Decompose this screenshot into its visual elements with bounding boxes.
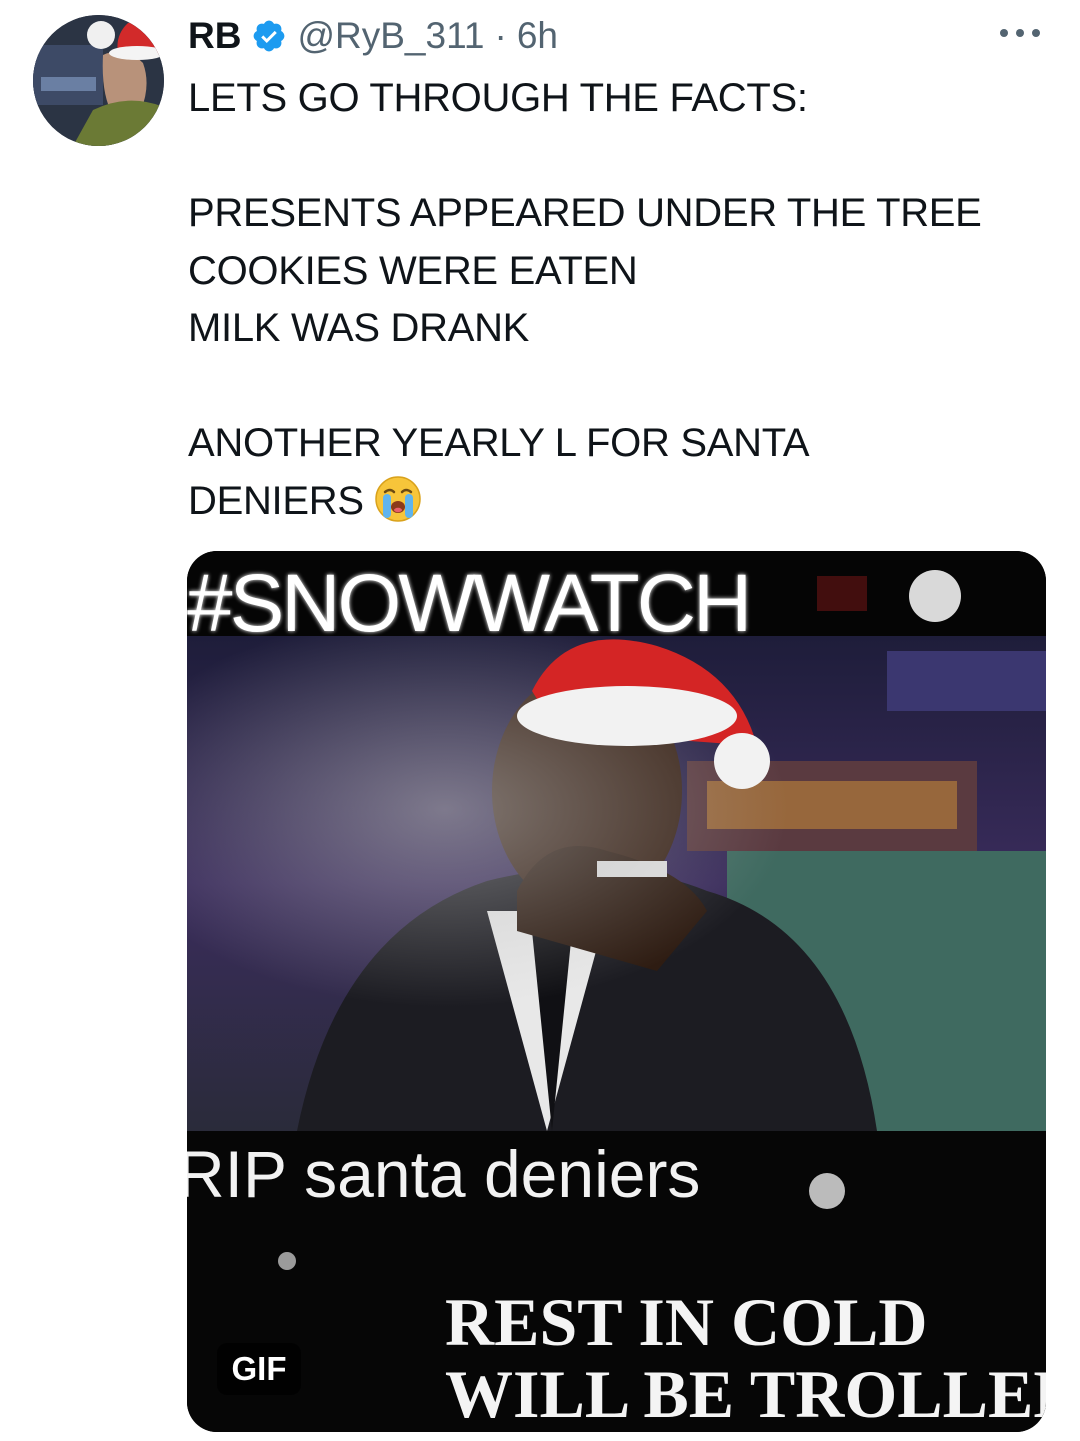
gif-caption-bottom-2: WILL BE TROLLED (445, 1356, 1046, 1432)
tweet-line: PRESENTS APPEARED UNDER THE TREE (188, 191, 982, 235)
tweet-line-last: DENIERS (188, 473, 1048, 531)
tweet-line: LETS GO THROUGH THE FACTS: (188, 76, 808, 120)
tweet-timestamp[interactable]: 6h (517, 15, 558, 57)
more-options-icon[interactable] (1000, 18, 1040, 48)
tweet-line: MILK WAS DRANK (188, 306, 530, 350)
verified-badge-icon (251, 18, 287, 54)
avatar[interactable] (33, 15, 164, 146)
gif-badge[interactable]: GIF (217, 1343, 301, 1395)
tweet-body: LETS GO THROUGH THE FACTS: PRESENTS APPE… (188, 70, 1048, 530)
display-name[interactable]: RB (188, 15, 241, 57)
gif-caption-bottom-1: REST IN COLD (445, 1284, 928, 1360)
header-separator: · (494, 15, 507, 56)
tweet-header: RB @RyB_311 · 6h (188, 14, 558, 58)
tweet-line: COOKIES WERE EATEN (188, 248, 638, 293)
tweet-line: ANOTHER YEARLY L FOR SANTA (188, 421, 810, 465)
crying-face-emoji (374, 475, 422, 523)
user-handle[interactable]: @RyB_311 (297, 15, 484, 57)
avatar-image (33, 15, 164, 146)
gif-caption-top: #SNOWWATCH (187, 558, 752, 649)
tweet-media-gif[interactable]: #SNOWWATCH RIP santa deniers REST IN COL… (187, 551, 1046, 1432)
gif-caption-middle: RIP santa deniers (187, 1137, 701, 1211)
tweet-line-text: DENIERS (188, 478, 364, 523)
